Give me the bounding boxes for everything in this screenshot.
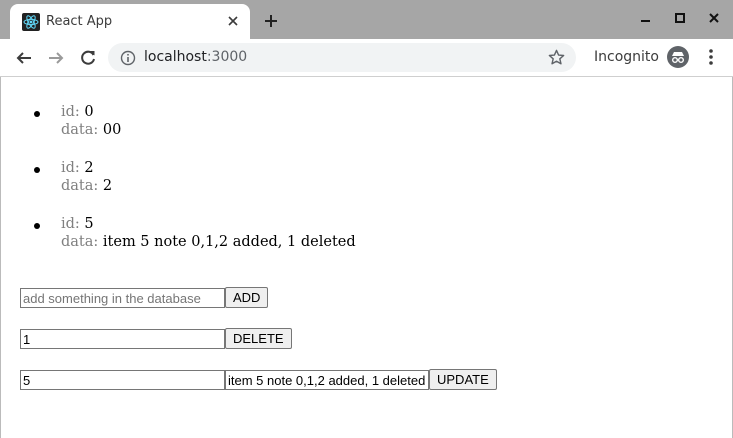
- list-bullet: [34, 111, 40, 117]
- data-label: data:: [61, 122, 99, 138]
- bookmark-star-icon[interactable]: [547, 48, 566, 67]
- list-item: id: 0 data: 00: [1, 103, 401, 143]
- incognito-label: Incognito: [594, 49, 659, 65]
- add-button[interactable]: ADD: [225, 287, 269, 308]
- address-bar[interactable]: localhost:3000: [108, 43, 576, 72]
- delete-id-input[interactable]: [20, 329, 225, 349]
- item-data-line: data: 00: [61, 121, 121, 139]
- id-value: 5: [84, 216, 94, 232]
- update-data-input[interactable]: [225, 370, 429, 390]
- update-button[interactable]: UPDATE: [429, 369, 497, 390]
- close-tab-icon[interactable]: [224, 12, 242, 30]
- minimize-icon[interactable]: [637, 10, 655, 28]
- data-value: item 5 note 0,1,2 added, 1 deleted: [102, 234, 356, 250]
- id-label: id:: [61, 160, 80, 176]
- more-menu-icon[interactable]: [701, 47, 721, 67]
- reload-icon[interactable]: [78, 48, 98, 68]
- list-item: id: 2 data: 2: [1, 159, 401, 199]
- list-bullet: [34, 223, 40, 229]
- item-id-line: id: 2: [61, 159, 94, 177]
- data-label: data:: [61, 234, 99, 250]
- back-arrow-icon[interactable]: [14, 48, 34, 68]
- id-value: 2: [84, 160, 94, 176]
- new-tab-icon[interactable]: [262, 12, 280, 30]
- id-label: id:: [61, 216, 80, 232]
- incognito-icon[interactable]: [667, 46, 689, 68]
- browser-toolbar: localhost:3000 Incognito: [0, 39, 733, 77]
- item-data-line: data: 2: [61, 177, 112, 195]
- id-label: id:: [61, 104, 80, 120]
- data-value: 00: [102, 122, 122, 138]
- tab-react-app[interactable]: React App: [10, 4, 250, 39]
- delete-button[interactable]: DELETE: [225, 328, 292, 349]
- url-host: localhost: [144, 49, 207, 65]
- site-info-icon[interactable]: [120, 50, 136, 66]
- url-port: :3000: [206, 49, 248, 65]
- tab-title: React App: [46, 14, 113, 29]
- data-label: data:: [61, 178, 99, 194]
- tab-strip: React App: [0, 0, 733, 39]
- page-content: id: 0 data: 00 id: 2 data: 2 id: 5 data:…: [0, 77, 733, 438]
- list-item: id: 5 data: item 5 note 0,1,2 added, 1 d…: [1, 215, 401, 255]
- url-text: localhost:3000: [144, 49, 247, 66]
- add-input[interactable]: [20, 288, 225, 308]
- id-value: 0: [84, 104, 94, 120]
- maximize-icon[interactable]: [671, 10, 689, 28]
- data-value: 2: [102, 178, 113, 194]
- list-bullet: [34, 167, 40, 173]
- item-id-line: id: 5: [61, 215, 94, 233]
- update-id-input[interactable]: [20, 370, 225, 390]
- item-data-line: data: item 5 note 0,1,2 added, 1 deleted: [61, 233, 356, 251]
- close-window-icon[interactable]: [705, 10, 723, 28]
- item-id-line: id: 0: [61, 103, 94, 121]
- forward-arrow-icon[interactable]: [46, 48, 66, 68]
- react-logo-icon: [22, 13, 40, 31]
